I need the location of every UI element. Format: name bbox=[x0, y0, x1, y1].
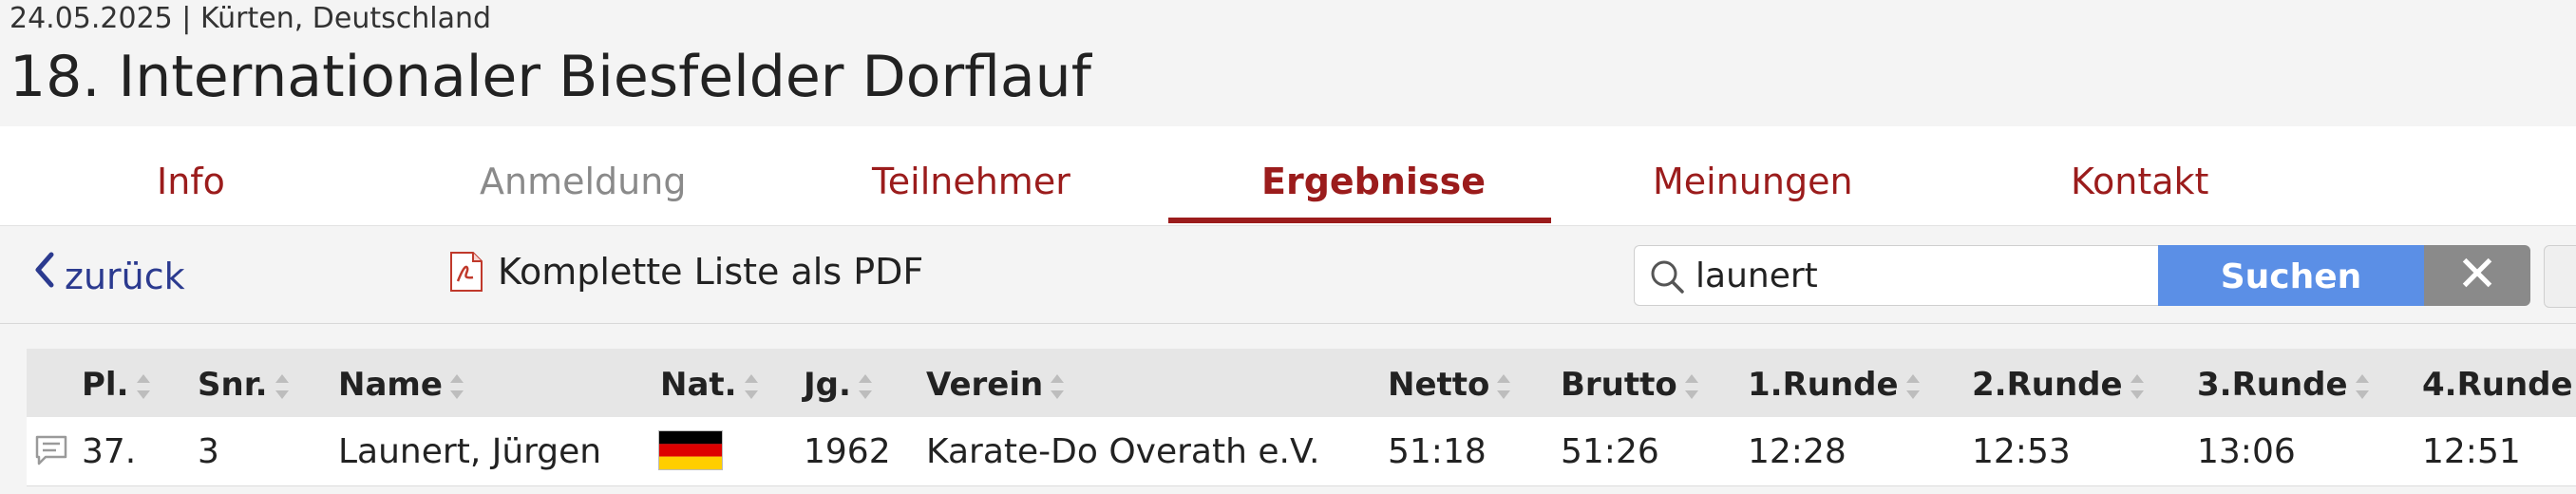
column-header-netto[interactable]: Netto bbox=[1388, 366, 1511, 404]
tab-teilnehmer[interactable]: Teilnehmer bbox=[872, 161, 1070, 202]
cell-snr: 3 bbox=[198, 432, 219, 471]
cell-name[interactable]: Launert, Jürgen bbox=[338, 432, 601, 471]
pdf-icon bbox=[450, 252, 483, 292]
main-tabs: Info Anmeldung Teilnehmer Ergebnisse Mei… bbox=[0, 126, 2576, 225]
sort-icon bbox=[1051, 373, 1065, 399]
sort-icon bbox=[1905, 373, 1920, 399]
column-header-jg[interactable]: Jg. bbox=[804, 366, 872, 404]
back-link[interactable]: zurück bbox=[32, 251, 185, 297]
column-header-snr[interactable]: Snr. bbox=[198, 366, 289, 404]
cell-netto: 51:18 bbox=[1388, 432, 1487, 471]
back-label: zurück bbox=[65, 256, 185, 297]
cell-runde2: 12:53 bbox=[1972, 432, 2071, 471]
cell-runde4: 12:51 bbox=[2422, 432, 2521, 471]
sort-icon bbox=[858, 373, 872, 399]
pdf-download-link[interactable]: Komplette Liste als PDF bbox=[448, 251, 923, 293]
event-header: 24.05.2025 | Kürten, Deutschland 18. Int… bbox=[0, 0, 2576, 126]
sort-icon bbox=[1684, 373, 1698, 399]
column-header-runde4[interactable]: 4.Runde bbox=[2422, 366, 2576, 404]
sort-icon bbox=[2130, 373, 2144, 399]
sort-icon bbox=[449, 373, 464, 399]
tab-anmeldung: Anmeldung bbox=[480, 161, 687, 202]
event-title: 18. Internationaler Biesfelder Dorflauf bbox=[9, 44, 1091, 110]
sort-icon bbox=[2355, 373, 2369, 399]
column-header-runde3[interactable]: 3.Runde bbox=[2197, 366, 2369, 404]
column-header-name[interactable]: Name bbox=[338, 366, 464, 404]
tab-info[interactable]: Info bbox=[157, 161, 225, 202]
tab-ergebnisse[interactable]: Ergebnisse bbox=[1261, 161, 1486, 202]
column-header-pl[interactable]: Pl. bbox=[82, 366, 150, 404]
sort-icon bbox=[136, 373, 150, 399]
chevron-left-icon bbox=[32, 251, 55, 297]
cell-runde1: 12:28 bbox=[1748, 432, 1847, 471]
results-toolbar: zurück Komplette Liste als PDF Suchen ✕ bbox=[0, 225, 2576, 324]
clear-search-button[interactable]: ✕ bbox=[2424, 245, 2530, 306]
column-header-runde1[interactable]: 1.Runde bbox=[1748, 366, 1920, 404]
search-button[interactable]: Suchen bbox=[2158, 245, 2424, 306]
cell-brutto: 51:26 bbox=[1561, 432, 1659, 471]
event-date-location: 24.05.2025 | Kürten, Deutschland bbox=[9, 2, 492, 35]
tab-kontakt[interactable]: Kontakt bbox=[2071, 161, 2208, 202]
pdf-label: Komplette Liste als PDF bbox=[498, 251, 924, 293]
more-options-button[interactable] bbox=[2544, 245, 2576, 308]
sort-icon bbox=[275, 373, 289, 399]
search-icon bbox=[1651, 260, 1684, 294]
tab-meinungen[interactable]: Meinungen bbox=[1653, 161, 1853, 202]
search-input[interactable] bbox=[1695, 246, 2142, 305]
cell-jg: 1962 bbox=[804, 432, 891, 471]
search-field bbox=[1634, 245, 2158, 306]
results-table: Pl. Snr. Name Nat. Jg. Verein Netto Brut… bbox=[27, 349, 2576, 486]
sort-icon bbox=[744, 373, 758, 399]
germany-flag-icon bbox=[658, 430, 723, 470]
cell-pl: 37. bbox=[82, 432, 137, 471]
column-header-runde2[interactable]: 2.Runde bbox=[1972, 366, 2144, 404]
cell-verein: Karate-Do Overath e.V. bbox=[926, 432, 1320, 471]
active-tab-indicator bbox=[1168, 218, 1551, 223]
comment-icon[interactable] bbox=[34, 434, 68, 466]
table-header-row: Pl. Snr. Name Nat. Jg. Verein Netto Brut… bbox=[27, 349, 2576, 417]
column-header-verein[interactable]: Verein bbox=[926, 366, 1065, 404]
column-header-brutto[interactable]: Brutto bbox=[1561, 366, 1698, 404]
cell-runde3: 13:06 bbox=[2197, 432, 2296, 471]
table-row[interactable]: 37. 3 Launert, Jürgen 1962 Karate-Do Ove… bbox=[27, 417, 2576, 486]
column-header-nat[interactable]: Nat. bbox=[660, 366, 758, 404]
sort-icon bbox=[1497, 373, 1511, 399]
